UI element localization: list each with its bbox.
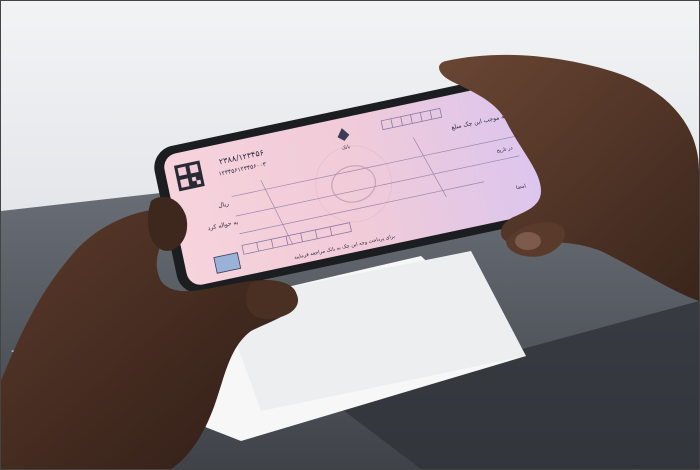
- thumbnail: [515, 232, 541, 250]
- qr-code-icon: [173, 160, 205, 192]
- phone-cheque-photo: بانک ۲۳۸۸/۱۲۳۴۵۶ ۱۲۳۴۵۶۱۲۳۴۵۶۰۰۳ به موجب…: [1, 1, 699, 469]
- photo-frame: بانک ۲۳۸۸/۱۲۳۴۵۶ ۱۲۳۴۵۶۱۲۳۴۵۶۰۰۳ به موجب…: [0, 0, 700, 470]
